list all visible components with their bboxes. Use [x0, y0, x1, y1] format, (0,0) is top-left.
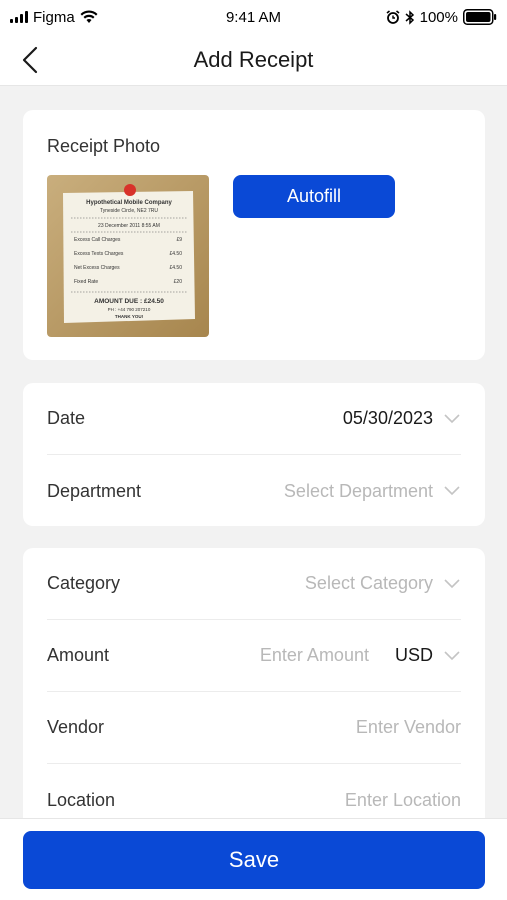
- carrier-name: Figma: [33, 8, 75, 26]
- vendor-input[interactable]: Enter Vendor: [356, 717, 461, 738]
- receipt-photo-thumbnail[interactable]: Hypothetical Mobile Company Tyneside Cir…: [47, 175, 209, 337]
- receipt-line-amount: £20: [174, 279, 183, 285]
- nav-bar: Add Receipt: [0, 34, 507, 86]
- category-label: Category: [47, 573, 121, 593]
- date-field[interactable]: Date 05/30/2023: [47, 383, 461, 455]
- currency-select[interactable]: USD: [395, 645, 461, 666]
- vendor-row: Vendor Enter Vendor: [47, 692, 461, 764]
- amount-input[interactable]: Enter Amount: [260, 645, 369, 666]
- receipt-photo-card: Receipt Photo Hypothetical Mobile Compan…: [23, 110, 485, 360]
- location-label: Location: [47, 789, 116, 810]
- receipt-address: Tyneside Circle, NE2 7RU: [100, 208, 158, 214]
- amount-label: Amount: [47, 645, 110, 665]
- receipt-phone: PH : +44 790 207210: [108, 307, 151, 312]
- autofill-button[interactable]: Autofill: [233, 175, 395, 218]
- chevron-left-icon: [22, 46, 38, 74]
- department-label: Department: [47, 480, 142, 501]
- receipt-line-amount: £4.50: [169, 251, 182, 257]
- wifi-icon: [80, 10, 98, 23]
- department-select[interactable]: Department Select Department: [47, 455, 461, 527]
- currency-value: USD: [394, 645, 433, 665]
- receipt-line-item: Net Excess Charges: [74, 265, 120, 271]
- chevron-down-icon: [444, 578, 460, 588]
- receipt-image: Hypothetical Mobile Company Tyneside Cir…: [47, 175, 209, 337]
- category-placeholder: Select Category: [304, 573, 433, 593]
- pin-icon: [124, 184, 136, 196]
- receipt-thanks: THANK YOU!: [115, 314, 144, 319]
- status-right: 100%: [386, 9, 497, 26]
- cellular-signal-icon: [10, 11, 28, 23]
- bluetooth-icon: [405, 9, 414, 25]
- receipt-date: 23 December 2011 8:55 AM: [98, 223, 160, 229]
- receipt-line-item: Excess Texts Charges: [74, 251, 124, 257]
- status-left: Figma: [10, 9, 98, 26]
- receipt-photo-label: Receipt Photo: [47, 136, 161, 156]
- vendor-label: Vendor: [47, 717, 105, 737]
- amount-row: Amount Enter Amount USD: [47, 620, 461, 692]
- chevron-down-icon: [444, 413, 460, 423]
- date-value: 05/30/2023: [342, 408, 433, 428]
- receipt-line-item: Fixed Rate: [74, 279, 98, 285]
- receipt-company: Hypothetical Mobile Company: [86, 200, 172, 206]
- receipt-line-amount: £9: [176, 237, 182, 243]
- location-input[interactable]: Enter Location: [345, 790, 461, 811]
- page-title: Add Receipt: [193, 46, 314, 72]
- back-button[interactable]: [14, 44, 46, 76]
- expense-details-card: Category Select Category Amount Enter Am…: [23, 548, 485, 848]
- department-placeholder: Select Department: [283, 480, 433, 501]
- date-label: Date: [47, 408, 86, 428]
- chevron-down-icon: [444, 486, 460, 496]
- date-department-card: Date 05/30/2023 Department Select Depart…: [23, 383, 485, 526]
- alarm-icon: [386, 10, 400, 24]
- status-bar: Figma 9:41 AM 100%: [0, 0, 507, 34]
- save-button[interactable]: Save: [23, 831, 485, 889]
- receipt-line-item: Excess Call Charges: [74, 237, 121, 243]
- receipt-line-amount: £4.50: [169, 265, 182, 271]
- chevron-down-icon: [444, 650, 460, 660]
- bottom-action-bar: Save: [0, 818, 507, 900]
- battery-percent: 100%: [419, 8, 458, 26]
- receipt-amount-due: AMOUNT DUE : £24.50: [94, 298, 164, 305]
- battery-icon: [463, 9, 497, 25]
- category-select[interactable]: Category Select Category: [47, 548, 461, 620]
